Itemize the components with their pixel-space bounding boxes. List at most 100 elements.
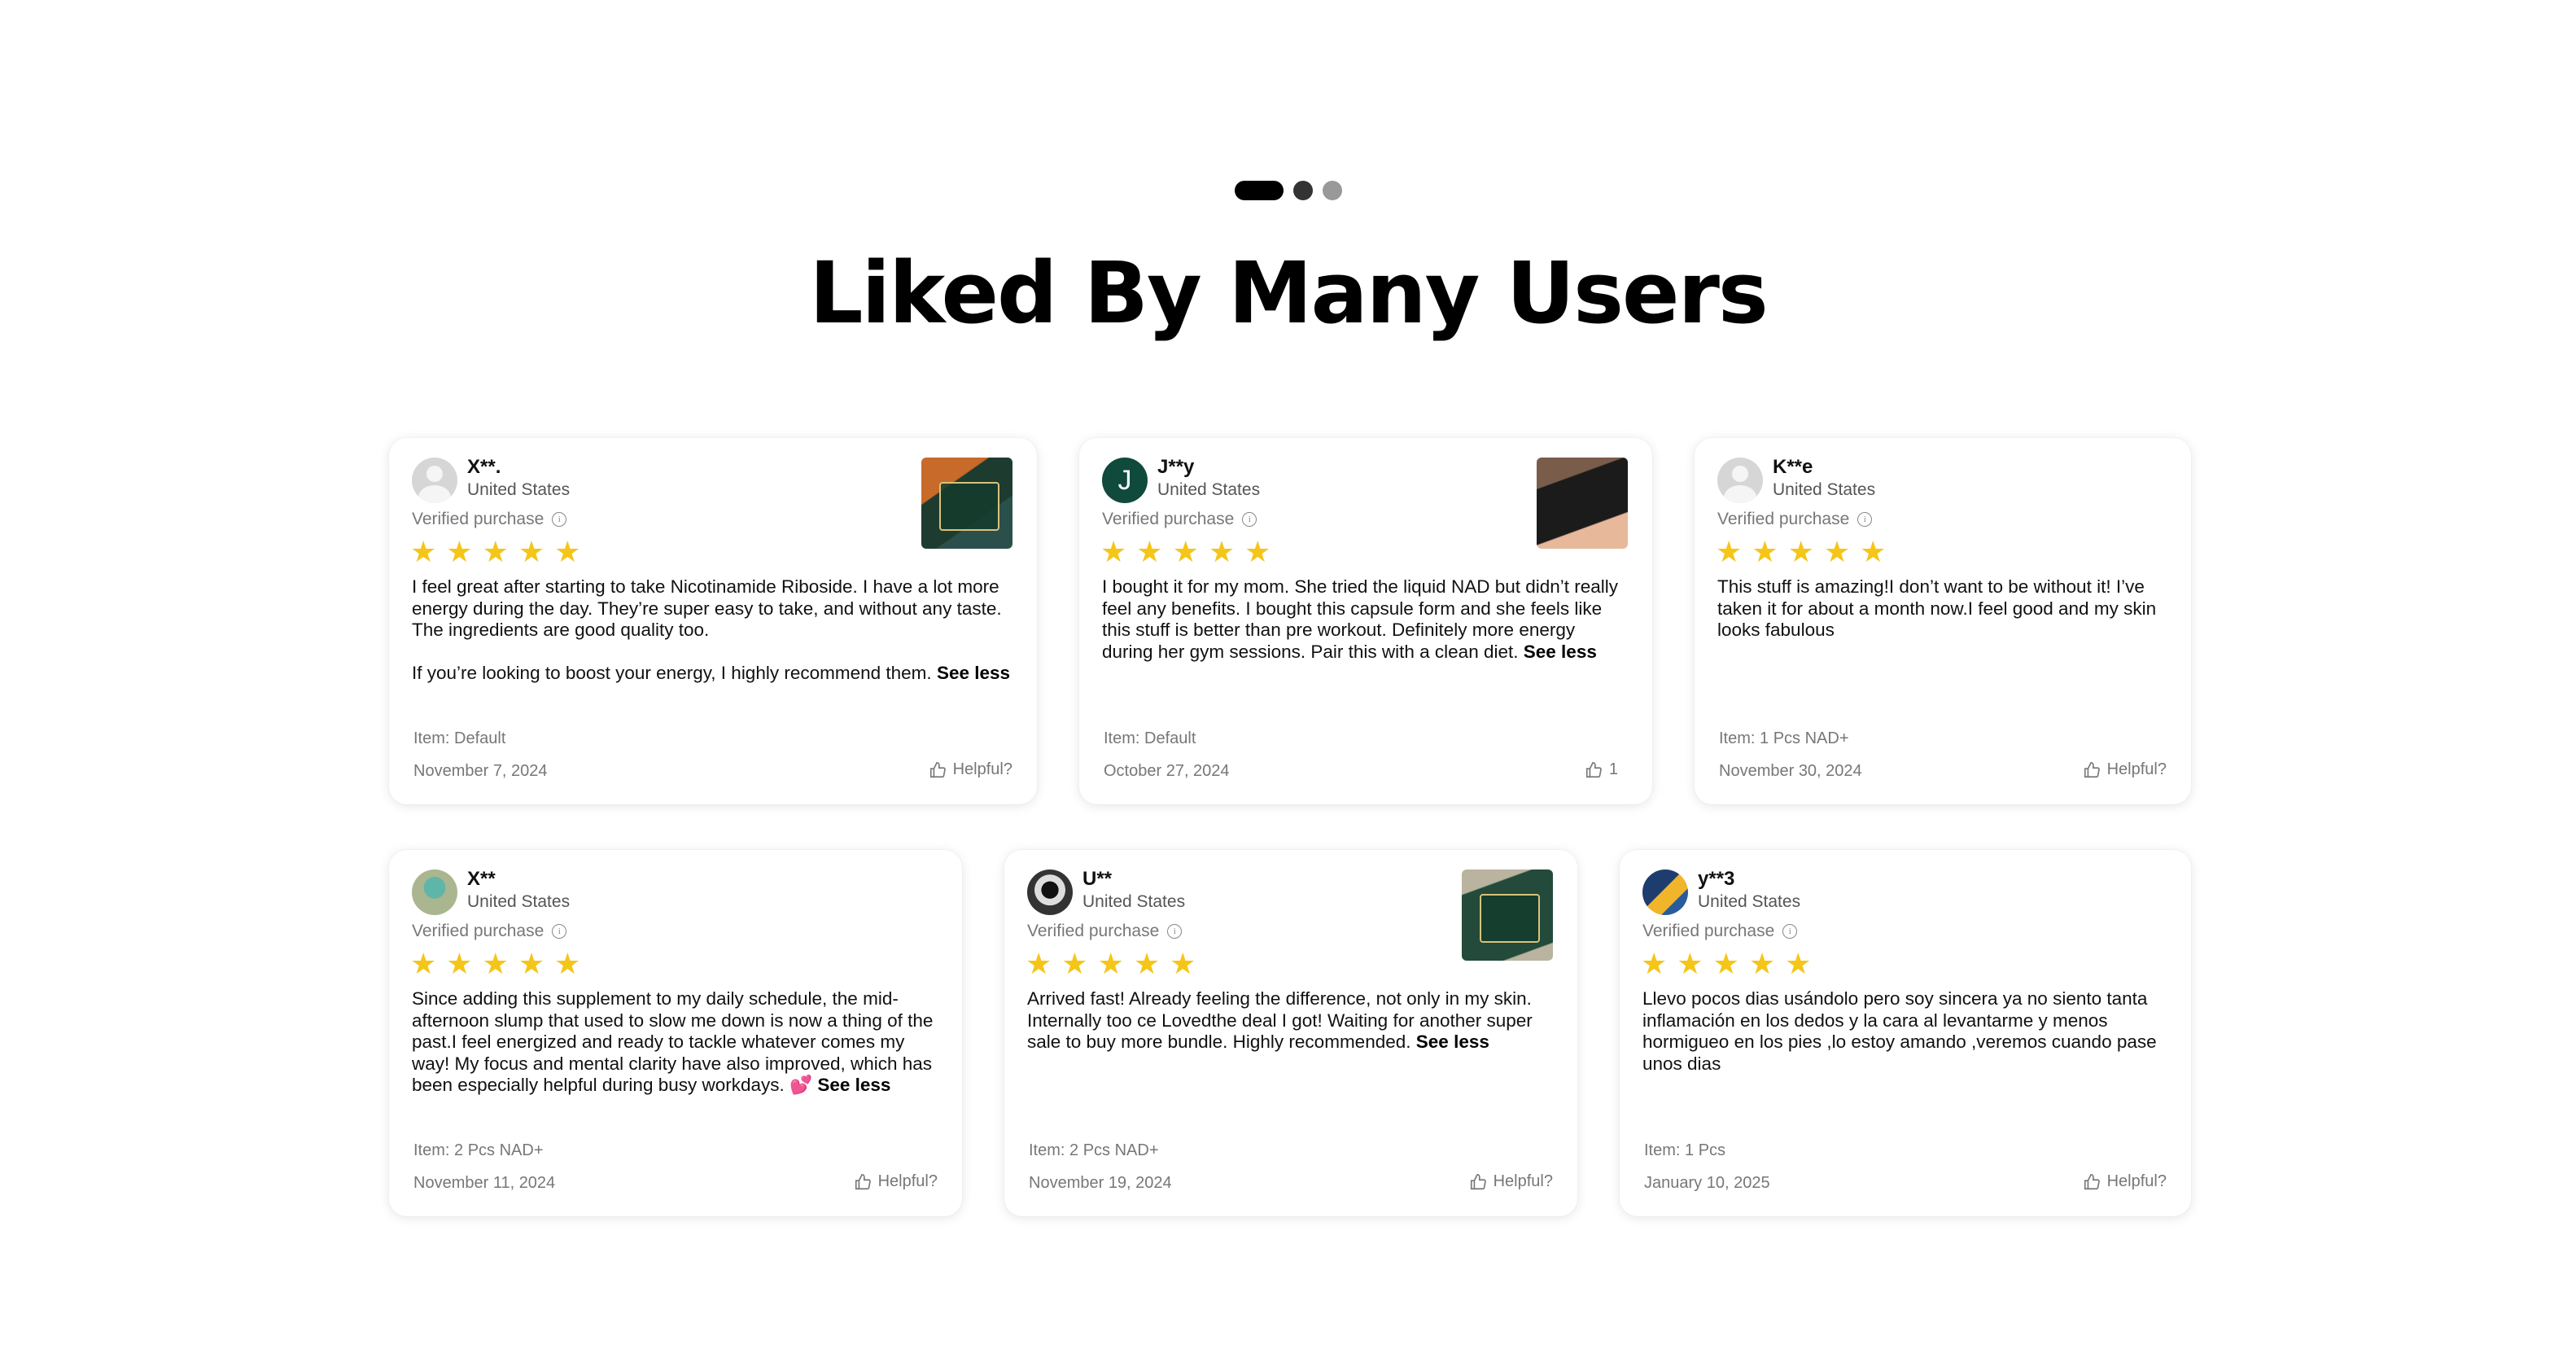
- review-text: Llevo pocos dias usándolo pero soy since…: [1642, 988, 2171, 1075]
- see-less-link[interactable]: See less: [1524, 642, 1597, 662]
- see-less-link[interactable]: See less: [1416, 1032, 1489, 1052]
- review-text: I feel great after starting to take Nico…: [412, 576, 1014, 684]
- verified-purchase: Verified purchase i: [412, 510, 567, 529]
- review-photo[interactable]: [921, 458, 1012, 549]
- star-icon: ★: [1677, 947, 1703, 980]
- star-icon: ★: [410, 535, 437, 568]
- star-icon: ★: [1752, 535, 1778, 568]
- carousel-pagination: [0, 180, 2576, 201]
- thumbs-up-icon: [1585, 761, 1602, 777]
- verified-purchase: Verified purchase i: [412, 922, 567, 941]
- star-icon: ★: [1787, 535, 1814, 568]
- carousel-dot-active[interactable]: [1234, 181, 1284, 200]
- review-date: November 19, 2024: [1029, 1174, 1172, 1192]
- review-paragraph: This stuff is amazing!I don’t want to be…: [1717, 576, 2157, 640]
- star-icon: ★: [446, 535, 473, 568]
- avatar: [1642, 869, 1688, 915]
- star-rating: ★ ★ ★ ★ ★: [1026, 949, 1196, 979]
- helpful-button[interactable]: Helpful?: [854, 1172, 938, 1191]
- helpful-button[interactable]: Helpful?: [929, 760, 1012, 779]
- star-rating: ★ ★ ★ ★ ★: [410, 949, 580, 979]
- review-card: J J**y United States Verified purchase i …: [1079, 438, 1652, 804]
- review-card: U** United States Verified purchase i ★ ★ ★…: [1004, 850, 1577, 1216]
- reviewer-name: X**.: [467, 456, 501, 478]
- item-variant: Item: 2 Pcs NAD+: [413, 1141, 544, 1159]
- see-less-link[interactable]: See less: [937, 663, 1010, 683]
- review-date: October 27, 2024: [1104, 762, 1230, 780]
- star-rating: ★ ★ ★ ★ ★: [410, 537, 580, 567]
- review-paragraph: Llevo pocos dias usándolo pero soy since…: [1642, 988, 2157, 1074]
- review-card: K**e United States Verified purchase i ★ ★…: [1695, 438, 2191, 804]
- helpful-label: Helpful?: [877, 1172, 938, 1190]
- star-icon: ★: [1133, 947, 1161, 980]
- avatar: J: [1102, 458, 1148, 503]
- info-icon[interactable]: i: [552, 924, 567, 939]
- info-icon[interactable]: i: [1242, 512, 1257, 527]
- star-icon: ★: [1136, 535, 1163, 568]
- star-icon: ★: [410, 947, 437, 980]
- verified-label: Verified purchase: [412, 922, 545, 940]
- star-icon: ★: [1823, 535, 1851, 568]
- review-photo[interactable]: [1462, 869, 1553, 961]
- avatar: [1027, 869, 1073, 915]
- item-variant: Item: Default: [1104, 729, 1196, 747]
- review-text: Since adding this supplement to my daily…: [412, 988, 941, 1097]
- star-icon: ★: [518, 947, 545, 980]
- carousel-dot-3[interactable]: [1322, 181, 1342, 200]
- item-variant: Item: 1 Pcs NAD+: [1719, 729, 1849, 747]
- info-icon[interactable]: i: [552, 512, 567, 527]
- avatar: [1717, 458, 1763, 503]
- review-paragraph: I feel great after starting to take Nico…: [412, 576, 1002, 640]
- review-date: November 30, 2024: [1719, 762, 1862, 780]
- info-icon[interactable]: i: [1167, 924, 1183, 939]
- avatar: [412, 869, 457, 915]
- star-icon: ★: [518, 535, 545, 568]
- verified-purchase: Verified purchase i: [1102, 510, 1257, 529]
- item-variant: Item: 2 Pcs NAD+: [1029, 1141, 1159, 1159]
- star-icon: ★: [554, 947, 581, 980]
- review-card: X**. United States Verified purchase i ★ ★…: [389, 438, 1037, 804]
- verified-label: Verified purchase: [1642, 922, 1775, 940]
- helpful-button[interactable]: Helpful?: [2083, 760, 2167, 779]
- item-variant: Item: Default: [413, 729, 506, 747]
- star-icon: ★: [1172, 535, 1199, 568]
- info-icon[interactable]: i: [1857, 512, 1873, 527]
- review-photo[interactable]: [1537, 458, 1628, 549]
- star-icon: ★: [1716, 535, 1743, 568]
- thumbs-up-icon: [855, 1173, 871, 1189]
- verified-label: Verified purchase: [1027, 922, 1160, 940]
- reviewer-name: K**e: [1773, 456, 1813, 478]
- carousel-dot-2[interactable]: [1292, 181, 1313, 200]
- see-less-link[interactable]: See less: [817, 1075, 890, 1095]
- review-card: y**3 United States Verified purchase i ★ ★…: [1620, 850, 2191, 1216]
- product-package-image: [1480, 894, 1540, 943]
- review-text: This stuff is amazing!I don’t want to be…: [1717, 576, 2170, 642]
- helpful-label: Helpful?: [2106, 760, 2167, 778]
- star-icon: ★: [1641, 947, 1668, 980]
- info-icon[interactable]: i: [1782, 924, 1798, 939]
- review-text: I bought it for my mom. She tried the li…: [1102, 576, 1629, 663]
- helpful-button[interactable]: 1: [1585, 760, 1618, 779]
- review-date: November 7, 2024: [413, 762, 548, 780]
- verified-purchase: Verified purchase i: [1642, 922, 1798, 941]
- star-icon: ★: [1748, 947, 1776, 980]
- reviewer-country: United States: [1082, 892, 1186, 911]
- reviewer-name: y**3: [1698, 868, 1735, 890]
- helpful-button[interactable]: Helpful?: [2083, 1172, 2167, 1191]
- helpful-label: Helpful?: [952, 760, 1012, 778]
- thumbs-up-icon: [929, 761, 946, 777]
- star-rating: ★ ★ ★ ★ ★: [1100, 537, 1271, 567]
- helpful-label: Helpful?: [1493, 1172, 1553, 1190]
- verified-label: Verified purchase: [412, 510, 545, 528]
- section-heading: Liked By Many Users: [809, 243, 1769, 343]
- star-icon: ★: [1100, 535, 1127, 568]
- review-date: January 10, 2025: [1644, 1174, 1770, 1192]
- review-text: Arrived fast! Already feeling the differ…: [1027, 988, 1555, 1053]
- star-rating: ★ ★ ★ ★ ★: [1716, 537, 1886, 567]
- reviewer-country: United States: [467, 480, 571, 499]
- review-card: X** United States Verified purchase i ★ ★ ★…: [389, 850, 962, 1216]
- item-variant: Item: 1 Pcs: [1644, 1141, 1726, 1159]
- star-icon: ★: [1026, 947, 1052, 980]
- star-icon: ★: [1785, 947, 1812, 980]
- helpful-button[interactable]: Helpful?: [1469, 1172, 1553, 1191]
